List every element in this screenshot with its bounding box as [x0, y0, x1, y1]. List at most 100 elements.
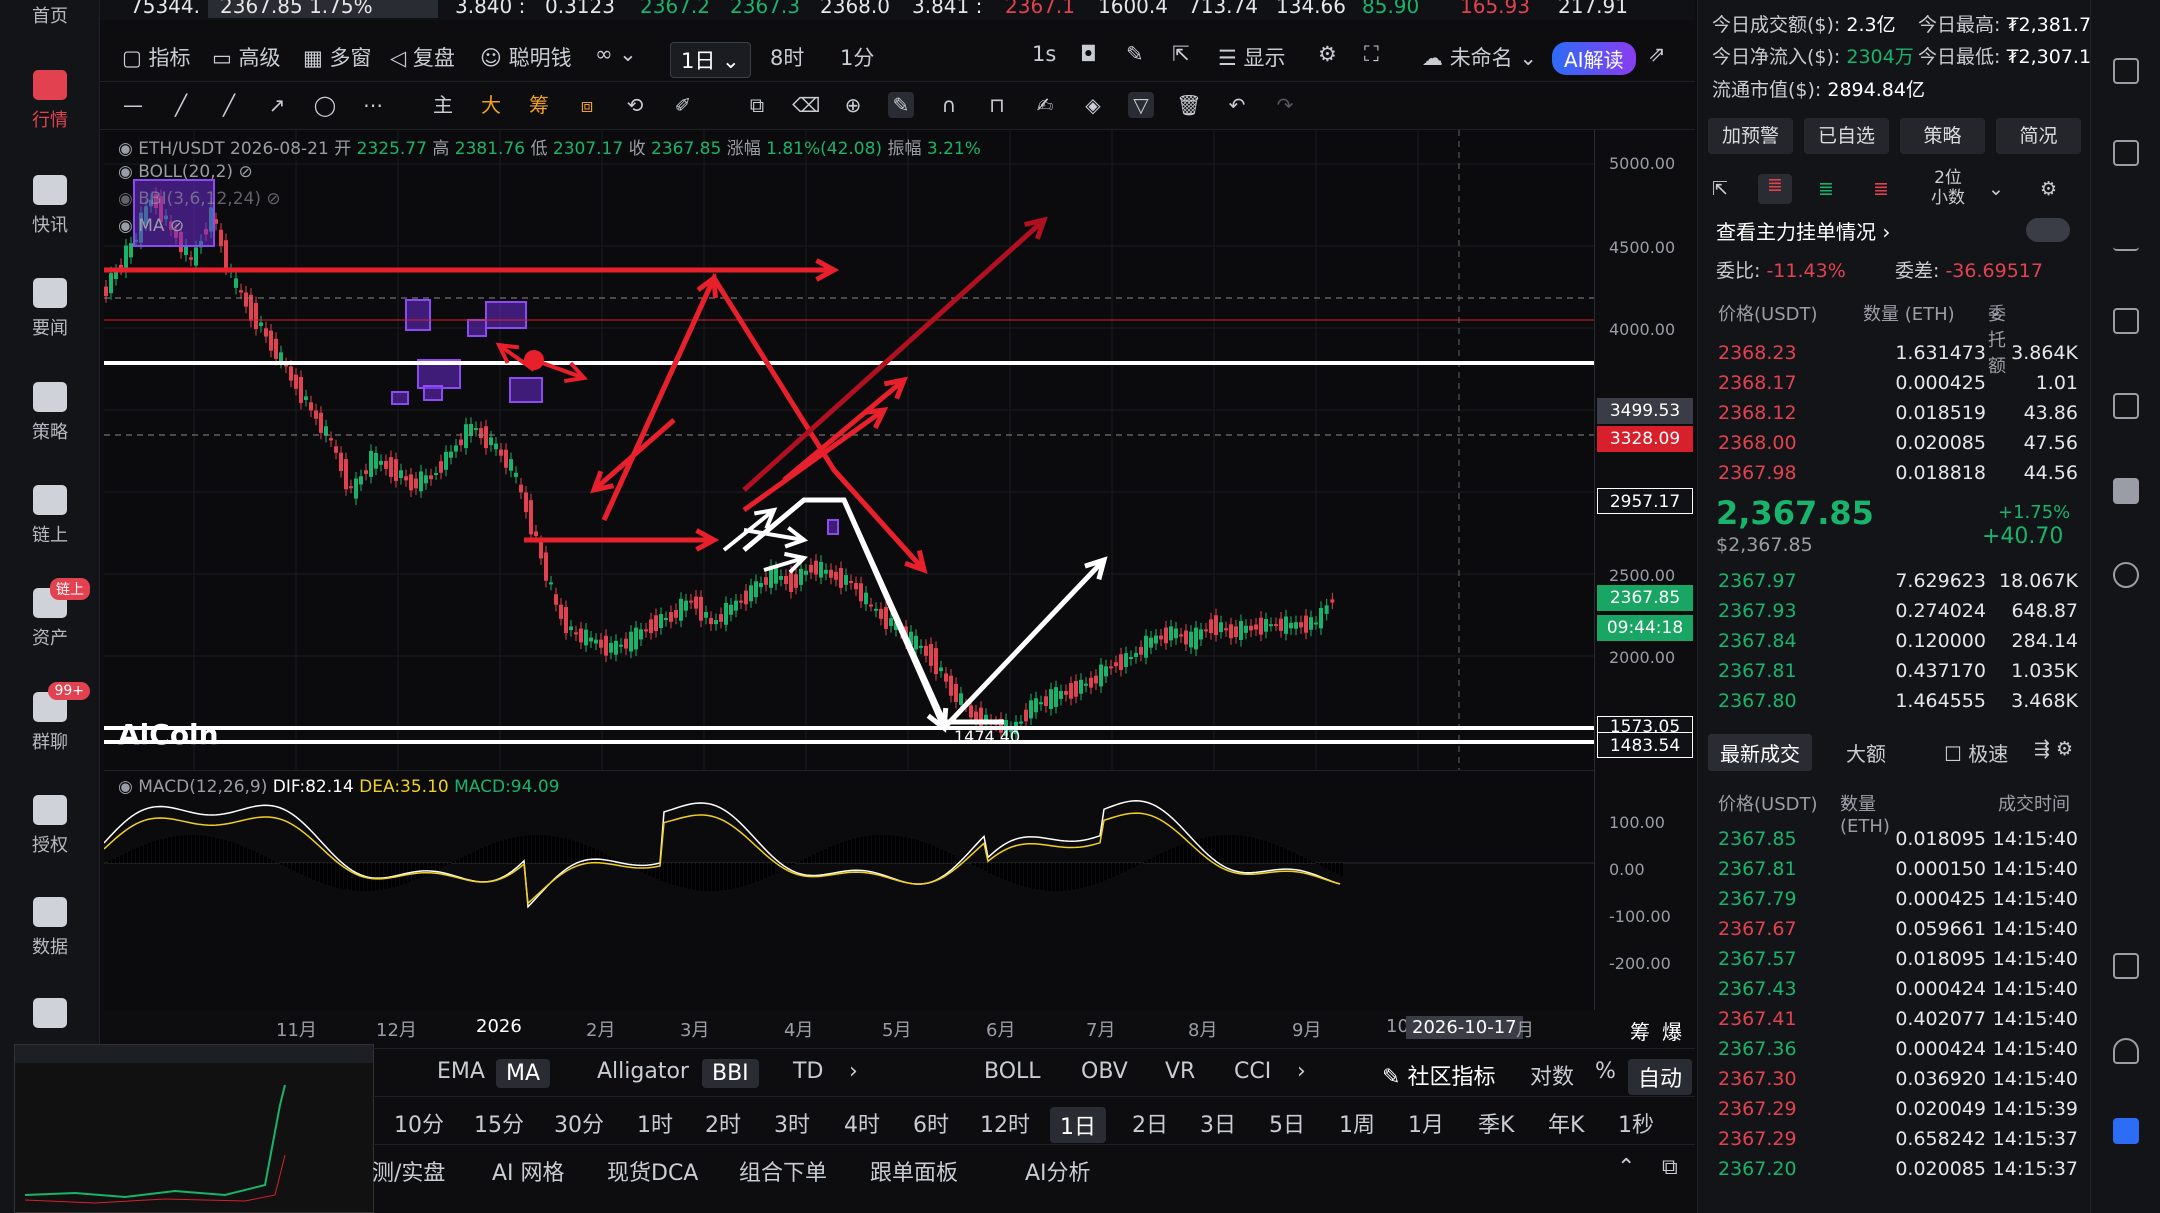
main-orders-toggle[interactable]: [2026, 218, 2070, 242]
more-tools-icon[interactable]: ⋯: [360, 92, 386, 118]
trade-row[interactable]: 2367.41 0.402077 14:15:40: [1698, 1008, 2091, 1038]
chart-box-icon[interactable]: [2113, 308, 2139, 334]
arrow-tool-icon[interactable]: ↗: [264, 92, 290, 118]
undo-icon[interactable]: ↶: [1224, 92, 1250, 118]
fullscreen-icon[interactable]: ⛶: [1364, 42, 1379, 67]
tab-latest-trades[interactable]: 最新成交: [1708, 734, 1812, 771]
tab-cci[interactable]: CCI: [1234, 1059, 1271, 1084]
export-icon[interactable]: ⇗: [1648, 42, 1666, 66]
timeframe-option[interactable]: 2时: [705, 1107, 741, 1139]
layout-icon[interactable]: [2113, 953, 2139, 979]
multi-window-button[interactable]: ▦ 多窗: [303, 42, 372, 72]
pen-icon[interactable]: ✎: [1126, 42, 1144, 66]
orderbook-asks-icon[interactable]: ≣: [1873, 178, 1889, 200]
hide-icon[interactable]: ◈: [1080, 92, 1106, 118]
chip-tool[interactable]: 筹: [526, 92, 552, 118]
ai-analysis-button[interactable]: AI分析: [1025, 1155, 1091, 1187]
filter-icon[interactable]: ⇶ ⚙: [2034, 738, 2073, 760]
eye-off-icon[interactable]: ⊘: [238, 162, 252, 182]
trade-row[interactable]: 2367.36 0.000424 14:15:40: [1698, 1038, 2091, 1068]
eraser-icon[interactable]: ⌫: [792, 92, 820, 118]
eye-off-icon[interactable]: ⊘: [170, 216, 184, 236]
sidebar-item-market[interactable]: 行情: [0, 70, 100, 132]
backtest-button[interactable]: 测/实盘: [372, 1155, 445, 1187]
chart-canvas[interactable]: [104, 130, 1594, 770]
trend-icon[interactable]: [2113, 225, 2139, 251]
camera-icon[interactable]: ◘: [1080, 42, 1097, 66]
trade-row[interactable]: 2367.81 0.000150 14:15:40: [1698, 858, 2091, 888]
trade-row[interactable]: 2367.85 0.018095 14:15:40: [1698, 828, 2091, 858]
ai-interpret-button[interactable]: AI解读: [1552, 42, 1636, 75]
bid-row[interactable]: 2367.93 0.274024 648.87: [1698, 600, 2091, 630]
community-indicators-button[interactable]: ✎ 社区指标: [1382, 1059, 1495, 1091]
trade-row[interactable]: 2367.30 0.036920 14:15:40: [1698, 1068, 2091, 1098]
transform-tool-icon[interactable]: ⟲: [622, 92, 648, 118]
trade-row[interactable]: 2367.79 0.000425 14:15:40: [1698, 888, 2091, 918]
trade-row[interactable]: 2367.29 0.020049 14:15:39: [1698, 1098, 2091, 1128]
ticker-selected[interactable]: 2367.85 1.75%: [208, 0, 438, 18]
chevron-right-icon[interactable]: ›: [849, 1059, 858, 1084]
liquidation-toggle[interactable]: 爆: [1662, 1016, 1682, 1045]
line-tool-icon[interactable]: ╱: [168, 92, 194, 118]
tab-td[interactable]: TD: [793, 1059, 823, 1084]
sidebar-item-news[interactable]: 要闻: [0, 278, 100, 340]
tab-obv[interactable]: OBV: [1081, 1059, 1128, 1084]
dollar-icon[interactable]: [2113, 140, 2139, 166]
qty-column-select[interactable]: 数量(ETH) ⌄: [1840, 790, 1890, 837]
timeframe-option[interactable]: 1时: [637, 1107, 673, 1139]
ellipse-tool-icon[interactable]: ◯: [312, 92, 338, 118]
timeframe-selected[interactable]: 1日: [1050, 1107, 1106, 1143]
bid-row[interactable]: 2367.84 0.120000 284.14: [1698, 630, 2091, 660]
glasses-dropdown[interactable]: ∞ ⌄: [595, 42, 637, 66]
timeframe-option[interactable]: 1周: [1339, 1107, 1375, 1139]
robot-icon[interactable]: [2113, 478, 2139, 504]
tab-bbi[interactable]: BBI: [702, 1059, 759, 1088]
ask-row[interactable]: 2368.23 1.631473 3.864K: [1698, 342, 2091, 372]
macd-pane[interactable]: ◉ MACD(12,26,9) DIF:82.14 DEA:35.10 MACD…: [103, 770, 1594, 1010]
exchange-icon[interactable]: [2113, 562, 2139, 588]
chevron-up-icon[interactable]: ⌃: [1617, 1155, 1635, 1180]
tab-vr[interactable]: VR: [1165, 1059, 1195, 1084]
macd-legend[interactable]: ◉ MACD(12,26,9) DIF:82.14 DEA:35.10 MACD…: [118, 777, 559, 797]
trade-row[interactable]: 2367.29 0.658242 14:15:37: [1698, 1128, 2091, 1158]
edit-icon[interactable]: ✍: [1032, 92, 1058, 118]
big-tool[interactable]: 大: [478, 92, 504, 118]
timeframe-option[interactable]: 1月: [1408, 1107, 1444, 1139]
filter-icon[interactable]: ▽: [1128, 92, 1154, 118]
strategy-button[interactable]: 策略: [1900, 118, 1985, 154]
redo-icon[interactable]: ↷: [1272, 92, 1298, 118]
chip-toggle[interactable]: 筹: [1630, 1016, 1650, 1045]
copy-icon[interactable]: ⧉: [744, 92, 770, 118]
timeframe-option[interactable]: 5日: [1269, 1107, 1305, 1139]
bid-row[interactable]: 2367.80 1.464555 3.468K: [1698, 690, 2091, 720]
layout-name-select[interactable]: ☁ 未命名 ⌄: [1422, 42, 1537, 72]
overview-button[interactable]: 简况: [1996, 118, 2081, 154]
ask-row[interactable]: 2368.00 0.020085 47.56: [1698, 432, 2091, 462]
sidebar-item-chat[interactable]: 99+ 群聊: [0, 682, 100, 754]
pattern-tool-icon[interactable]: ⧈: [574, 92, 600, 118]
sidebar-item-flash[interactable]: 快讯: [0, 175, 100, 237]
ask-row[interactable]: 2368.17 0.000425 1.01: [1698, 372, 2091, 402]
document-icon[interactable]: [2113, 58, 2139, 84]
settings-icon[interactable]: ⚙: [1318, 42, 1337, 66]
eye-icon[interactable]: ◉: [118, 139, 133, 159]
chevron-down-icon[interactable]: ⌄: [1988, 178, 2004, 200]
add-alert-button[interactable]: 加预警: [1708, 118, 1793, 154]
time-axis[interactable]: 11月 12月 2026 2月 3月 4月 5月 6月 7月 8月 9月 10 …: [104, 1010, 1682, 1046]
timeframe-option[interactable]: 12时: [980, 1107, 1030, 1139]
timeframe-option[interactable]: 1秒: [1618, 1107, 1654, 1139]
sidebar-item-auth[interactable]: 授权: [0, 795, 100, 857]
period-1s[interactable]: 1s: [1032, 42, 1056, 66]
ai-grid-button[interactable]: AI 网格: [492, 1155, 565, 1187]
sidebar-item-onchain[interactable]: 链上: [0, 485, 100, 547]
main-orders-link[interactable]: 查看主力挂单情况 ›: [1716, 216, 1890, 245]
ask-row[interactable]: 2368.12 0.018519 43.86: [1698, 402, 2091, 432]
timeframe-option[interactable]: 6时: [913, 1107, 949, 1139]
replay-button[interactable]: ◁ 复盘: [390, 42, 455, 72]
combo-order-button[interactable]: 组合下单: [739, 1155, 827, 1187]
decimals-select[interactable]: 2位小数: [1928, 168, 1968, 208]
trade-row[interactable]: 2367.43 0.000424 14:15:40: [1698, 978, 2091, 1008]
timeframe-option[interactable]: 3时: [774, 1107, 810, 1139]
timeframe-option[interactable]: 年K: [1548, 1107, 1584, 1139]
share-icon[interactable]: ⇱: [1172, 42, 1190, 66]
